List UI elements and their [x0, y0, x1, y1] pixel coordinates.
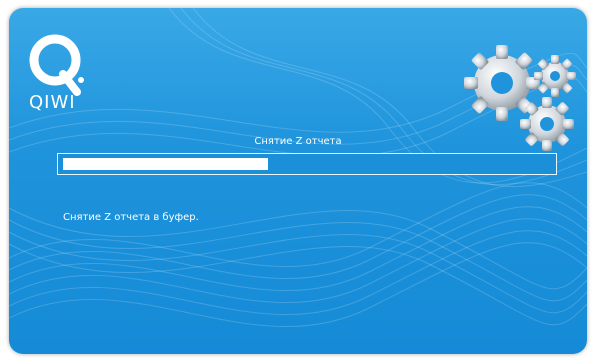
qiwi-progress-window: QIWI Снятие Z отчета Снятие Z отчета в б… [9, 8, 587, 354]
status-text: Снятие Z отчета в буфер. [63, 212, 199, 223]
dialog-title: Снятие Z отчета [254, 136, 342, 147]
qiwi-logo-icon [29, 34, 84, 96]
brand-name: QIWI [29, 92, 76, 113]
progress-bar [57, 153, 557, 175]
progress-fill [63, 158, 268, 170]
